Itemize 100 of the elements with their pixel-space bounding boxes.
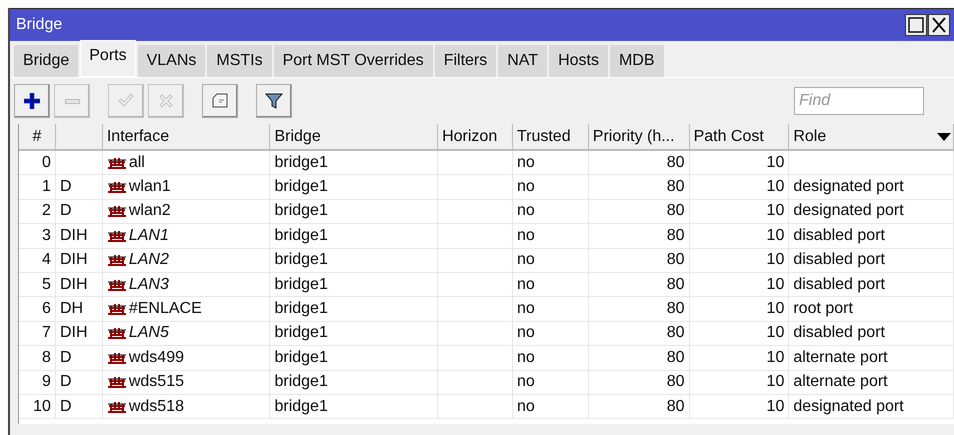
tab[interactable]: Port MST Overrides (274, 45, 433, 77)
table-cell: bridge1 (274, 300, 328, 318)
tab[interactable]: VLANs (138, 45, 206, 77)
tab[interactable]: Ports (80, 40, 136, 77)
table-cell: bridge1 (274, 226, 328, 245)
bridge-icon (106, 156, 127, 170)
table-cell: no (516, 226, 535, 245)
table-cell: 80 (666, 276, 685, 294)
table-cell: 0 (42, 154, 51, 172)
table-cell: disabled port (793, 324, 885, 342)
table-cell: 80 (666, 348, 685, 367)
table-cell: 5 (42, 276, 51, 294)
table-cell: root port (793, 300, 853, 318)
column-header[interactable]: Bridge (274, 128, 321, 146)
column-header[interactable]: Interface (106, 128, 170, 146)
table-cell: bridge1 (274, 398, 328, 416)
interface-name: LAN1 (128, 226, 169, 245)
table-cell: no (516, 178, 535, 196)
table-cell: bridge1 (274, 154, 328, 172)
interface-name: wds518 (128, 398, 184, 416)
table-cell: 10 (766, 154, 784, 172)
table-cell: 10 (766, 178, 784, 196)
table-cell: 10 (766, 276, 784, 294)
bridge-icon (106, 278, 127, 292)
table-cell: 2 (42, 202, 51, 220)
bridge-icon (106, 400, 127, 414)
interface-name: wlan1 (128, 178, 171, 196)
table-cell: 80 (666, 178, 685, 196)
table-cell: 80 (666, 373, 685, 392)
interface-name: LAN2 (128, 251, 169, 270)
table-cell: 10 (766, 251, 784, 270)
table-cell: no (516, 154, 535, 172)
table-cell: no (516, 348, 535, 367)
filter-button[interactable] (256, 84, 292, 118)
bridge-icon (106, 326, 127, 340)
tab[interactable]: NAT (498, 45, 548, 77)
tab[interactable]: Filters (434, 45, 496, 77)
table-cell: 80 (666, 154, 685, 172)
table-cell: 80 (666, 251, 685, 270)
table-cell: 80 (666, 300, 685, 318)
table-cell: designated port (793, 178, 904, 196)
table-cell: DH (60, 300, 84, 318)
close-icon[interactable] (928, 14, 950, 36)
find-field[interactable]: Find (794, 87, 924, 115)
column-header[interactable]: Trusted (516, 128, 571, 146)
table-cell: D (60, 202, 72, 220)
table-cell: 3 (42, 226, 51, 245)
table-cell: 1 (42, 178, 51, 196)
column-header[interactable]: Role (793, 128, 826, 146)
table-cell: D (60, 348, 72, 367)
table-cell: 10 (33, 398, 51, 416)
maximize-icon[interactable] (905, 14, 927, 36)
add-button[interactable] (14, 84, 50, 118)
table-cell: 8 (42, 348, 51, 367)
bridge-icon (106, 253, 127, 268)
table-cell: no (516, 251, 535, 270)
table-cell: bridge1 (274, 276, 328, 294)
table-cell: D (60, 373, 72, 392)
table-cell: 80 (666, 324, 685, 342)
interface-name: all (128, 154, 145, 172)
table-cell: designated port (793, 398, 904, 416)
table-cell: bridge1 (274, 348, 328, 367)
table-cell: 10 (766, 398, 784, 416)
interface-name: LAN5 (128, 324, 169, 342)
table-cell: bridge1 (274, 178, 328, 196)
bridge-icon (106, 375, 127, 390)
column-header[interactable]: # (32, 128, 42, 146)
table-cell: no (516, 202, 535, 220)
table-cell: alternate port (793, 373, 888, 392)
tab[interactable]: Bridge (14, 45, 78, 77)
interface-name: #ENLACE (128, 300, 202, 318)
interface-name: LAN3 (128, 276, 169, 294)
table-cell: 10 (766, 373, 784, 392)
tab[interactable]: MSTIs (207, 45, 272, 77)
table-cell: no (516, 300, 535, 318)
table-cell: no (516, 276, 535, 294)
tab[interactable]: MDB (610, 45, 664, 77)
table-cell: 80 (666, 202, 685, 220)
interface-name: wds499 (128, 348, 184, 367)
column-header[interactable]: Path Cost (694, 128, 764, 146)
table-cell: 9 (42, 373, 51, 392)
bridge-icon (106, 302, 127, 316)
table-cell: disabled port (793, 226, 885, 245)
table-cell: DIH (60, 276, 88, 294)
comment-button[interactable] (202, 84, 238, 118)
table-cell: disabled port (793, 276, 885, 294)
dropdown-icon[interactable] (937, 133, 951, 141)
table-cell: 7 (42, 324, 51, 342)
bridge-icon (106, 350, 127, 365)
table-cell: 10 (766, 348, 784, 367)
column-header[interactable]: Priority (h... (592, 128, 675, 146)
bridge-icon (106, 228, 127, 243)
table-cell: bridge1 (274, 251, 328, 270)
tab[interactable]: Hosts (549, 45, 608, 77)
column-header[interactable]: Horizon (442, 128, 498, 146)
interface-name: wlan2 (128, 202, 171, 220)
table-cell: no (516, 324, 535, 342)
table-cell: alternate port (793, 348, 888, 367)
table-cell: 10 (766, 202, 784, 220)
table-cell: D (60, 398, 72, 416)
